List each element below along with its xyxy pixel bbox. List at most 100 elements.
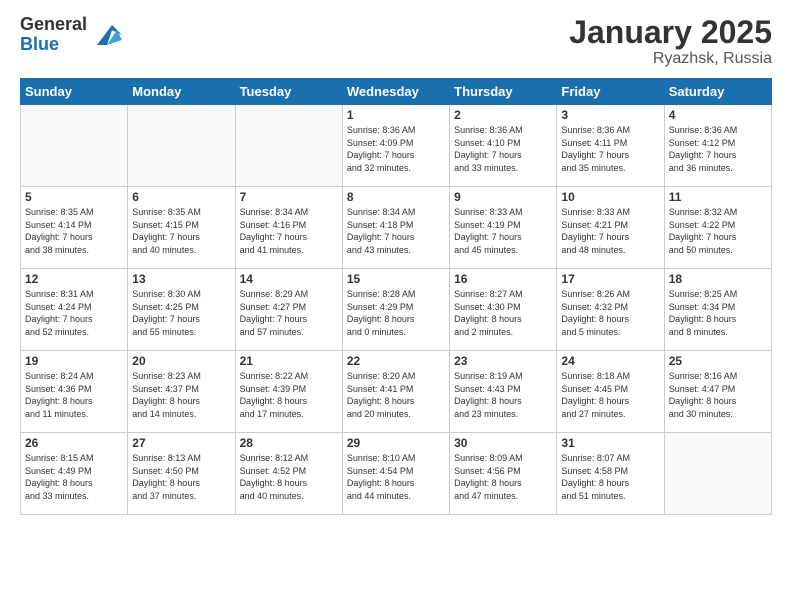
day-number: 3 [561, 108, 659, 122]
table-row: 6 Sunrise: 8:35 AMSunset: 4:15 PMDaylight… [128, 187, 235, 269]
location: Ryazhsk, Russia [569, 50, 772, 68]
header-saturday: Saturday [664, 79, 771, 105]
table-row: 8 Sunrise: 8:34 AMSunset: 4:18 PMDaylight… [342, 187, 449, 269]
table-row [235, 105, 342, 187]
day-info: Sunrise: 8:26 AMSunset: 4:32 PMDaylight:… [561, 288, 659, 338]
day-info: Sunrise: 8:25 AMSunset: 4:34 PMDaylight:… [669, 288, 767, 338]
table-row: 18 Sunrise: 8:25 AMSunset: 4:34 PMDayligh… [664, 269, 771, 351]
table-row: 31 Sunrise: 8:07 AMSunset: 4:58 PMDayligh… [557, 433, 664, 515]
table-row [664, 433, 771, 515]
table-row: 4 Sunrise: 8:36 AMSunset: 4:12 PMDaylight… [664, 105, 771, 187]
week-row-2: 12Sunrise: 8:31 AMSunset: 4:24 PMDayligh… [21, 269, 772, 351]
day-number: 1 [347, 108, 445, 122]
day-number: 5 [25, 190, 123, 204]
header-sunday: Sunday [21, 79, 128, 105]
day-number: 15 [347, 272, 445, 286]
day-info: Sunrise: 8:18 AMSunset: 4:45 PMDaylight:… [561, 370, 659, 420]
month-title: January 2025 [569, 15, 772, 50]
day-info: Sunrise: 8:23 AMSunset: 4:37 PMDaylight:… [132, 370, 230, 420]
table-row: 13Sunrise: 8:30 AMSunset: 4:25 PMDayligh… [128, 269, 235, 351]
table-row: 17Sunrise: 8:26 AMSunset: 4:32 PMDayligh… [557, 269, 664, 351]
table-row: 26 Sunrise: 8:15 AMSunset: 4:49 PMDayligh… [21, 433, 128, 515]
day-number: 27 [132, 436, 230, 450]
day-info: Sunrise: 8:22 AMSunset: 4:39 PMDaylight:… [240, 370, 338, 420]
table-row [21, 105, 128, 187]
table-row: 2Sunrise: 8:36 AMSunset: 4:10 PMDaylight… [450, 105, 557, 187]
day-info: Sunrise: 8:36 AMSunset: 4:12 PMDaylight:… [669, 124, 767, 174]
day-info: Sunrise: 8:27 AMSunset: 4:30 PMDaylight:… [454, 288, 552, 338]
table-row: 28Sunrise: 8:12 AMSunset: 4:52 PMDayligh… [235, 433, 342, 515]
day-info: Sunrise: 8:33 AMSunset: 4:19 PMDaylight:… [454, 206, 552, 256]
table-row: 9 Sunrise: 8:33 AMSunset: 4:19 PMDaylight… [450, 187, 557, 269]
day-number: 21 [240, 354, 338, 368]
table-row: 29 Sunrise: 8:10 AMSunset: 4:54 PMDayligh… [342, 433, 449, 515]
day-number: 9 [454, 190, 552, 204]
day-number: 19 [25, 354, 123, 368]
table-row: 19Sunrise: 8:24 AMSunset: 4:36 PMDayligh… [21, 351, 128, 433]
day-number: 26 [25, 436, 123, 450]
day-info: Sunrise: 8:07 AMSunset: 4:58 PMDaylight:… [561, 452, 659, 502]
logo: General Blue [20, 15, 122, 55]
day-number: 8 [347, 190, 445, 204]
day-info: Sunrise: 8:36 AMSunset: 4:11 PMDaylight:… [561, 124, 659, 174]
day-number: 10 [561, 190, 659, 204]
day-info: Sunrise: 8:34 AMSunset: 4:18 PMDaylight:… [347, 206, 445, 256]
day-number: 20 [132, 354, 230, 368]
day-number: 18 [669, 272, 767, 286]
day-number: 4 [669, 108, 767, 122]
header-friday: Friday [557, 79, 664, 105]
day-info: Sunrise: 8:10 AMSunset: 4:54 PMDaylight:… [347, 452, 445, 502]
table-row: 1 Sunrise: 8:36 AMSunset: 4:09 PMDaylight… [342, 105, 449, 187]
day-info: Sunrise: 8:20 AMSunset: 4:41 PMDaylight:… [347, 370, 445, 420]
day-number: 29 [347, 436, 445, 450]
week-row-0: 1 Sunrise: 8:36 AMSunset: 4:09 PMDaylight… [21, 105, 772, 187]
day-info: Sunrise: 8:31 AMSunset: 4:24 PMDaylight:… [25, 288, 123, 338]
title-block: January 2025 Ryazhsk, Russia [569, 15, 772, 68]
table-row: 10Sunrise: 8:33 AMSunset: 4:21 PMDayligh… [557, 187, 664, 269]
day-info: Sunrise: 8:35 AMSunset: 4:14 PMDaylight:… [25, 206, 123, 256]
table-row: 7Sunrise: 8:34 AMSunset: 4:16 PMDaylight… [235, 187, 342, 269]
table-row: 24Sunrise: 8:18 AMSunset: 4:45 PMDayligh… [557, 351, 664, 433]
day-info: Sunrise: 8:32 AMSunset: 4:22 PMDaylight:… [669, 206, 767, 256]
table-row: 30Sunrise: 8:09 AMSunset: 4:56 PMDayligh… [450, 433, 557, 515]
table-row [128, 105, 235, 187]
day-number: 25 [669, 354, 767, 368]
logo-text: General Blue [20, 15, 87, 55]
day-number: 6 [132, 190, 230, 204]
table-row: 27Sunrise: 8:13 AMSunset: 4:50 PMDayligh… [128, 433, 235, 515]
header-tuesday: Tuesday [235, 79, 342, 105]
table-row: 23 Sunrise: 8:19 AMSunset: 4:43 PMDayligh… [450, 351, 557, 433]
day-number: 31 [561, 436, 659, 450]
day-number: 14 [240, 272, 338, 286]
day-number: 2 [454, 108, 552, 122]
week-row-4: 26 Sunrise: 8:15 AMSunset: 4:49 PMDayligh… [21, 433, 772, 515]
header-thursday: Thursday [450, 79, 557, 105]
day-number: 28 [240, 436, 338, 450]
week-row-1: 5 Sunrise: 8:35 AMSunset: 4:14 PMDaylight… [21, 187, 772, 269]
header-monday: Monday [128, 79, 235, 105]
day-number: 16 [454, 272, 552, 286]
day-info: Sunrise: 8:29 AMSunset: 4:27 PMDaylight:… [240, 288, 338, 338]
day-info: Sunrise: 8:30 AMSunset: 4:25 PMDaylight:… [132, 288, 230, 338]
day-number: 11 [669, 190, 767, 204]
header-wednesday: Wednesday [342, 79, 449, 105]
day-info: Sunrise: 8:16 AMSunset: 4:47 PMDaylight:… [669, 370, 767, 420]
day-info: Sunrise: 8:19 AMSunset: 4:43 PMDaylight:… [454, 370, 552, 420]
day-info: Sunrise: 8:34 AMSunset: 4:16 PMDaylight:… [240, 206, 338, 256]
header: General Blue January 2025 Ryazhsk, Russi… [20, 15, 772, 68]
logo-icon [92, 20, 122, 50]
day-number: 23 [454, 354, 552, 368]
table-row: 21 Sunrise: 8:22 AMSunset: 4:39 PMDayligh… [235, 351, 342, 433]
day-info: Sunrise: 8:36 AMSunset: 4:09 PMDaylight:… [347, 124, 445, 174]
logo-general: General [20, 15, 87, 35]
day-info: Sunrise: 8:35 AMSunset: 4:15 PMDaylight:… [132, 206, 230, 256]
logo-blue: Blue [20, 35, 87, 55]
table-row: 3 Sunrise: 8:36 AMSunset: 4:11 PMDaylight… [557, 105, 664, 187]
table-row: 20 Sunrise: 8:23 AMSunset: 4:37 PMDayligh… [128, 351, 235, 433]
table-row: 15Sunrise: 8:28 AMSunset: 4:29 PMDayligh… [342, 269, 449, 351]
table-row: 22Sunrise: 8:20 AMSunset: 4:41 PMDayligh… [342, 351, 449, 433]
calendar: Sunday Monday Tuesday Wednesday Thursday… [20, 78, 772, 515]
table-row: 11 Sunrise: 8:32 AMSunset: 4:22 PMDayligh… [664, 187, 771, 269]
page: General Blue January 2025 Ryazhsk, Russi… [0, 0, 792, 612]
day-info: Sunrise: 8:15 AMSunset: 4:49 PMDaylight:… [25, 452, 123, 502]
